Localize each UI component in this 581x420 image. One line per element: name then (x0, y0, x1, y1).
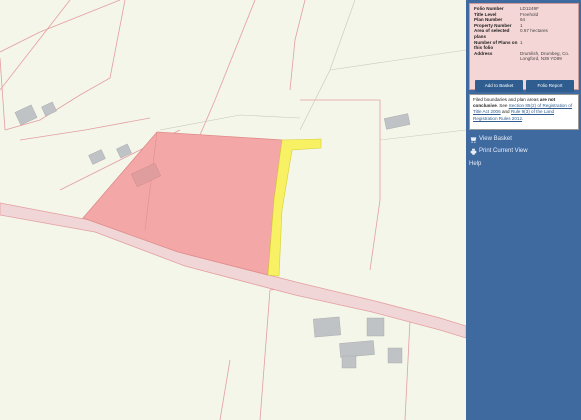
basket-icon (469, 135, 477, 143)
view-basket-label: View Basket (479, 136, 512, 142)
folio-row: Number of Plans on this folio 1 (473, 40, 577, 51)
folio-value: 0.67 hectares (520, 28, 548, 34)
map-canvas[interactable] (0, 0, 466, 420)
print-icon (469, 147, 477, 155)
disclaimer-text: . See (496, 103, 509, 109)
folio-key: Address (474, 50, 493, 56)
print-view-link[interactable]: Print Current View (469, 147, 528, 155)
folio-value: 1 (520, 39, 523, 45)
print-view-label: Print Current View (479, 148, 528, 154)
disclaimer-text: and (500, 109, 511, 115)
folio-row: Area of selected plans 0.67 hectares (473, 28, 577, 39)
help-label: Help (469, 161, 482, 167)
view-basket-link[interactable]: View Basket (469, 135, 512, 143)
folio-details-table: Folio Number LD1249F Title Level Freehold … (473, 6, 577, 62)
map-layer[interactable] (0, 0, 466, 420)
sidebar: Folio Number LD1249F Title Level Freehold … (466, 0, 581, 420)
add-to-basket-button[interactable]: Add to Basket (475, 80, 523, 92)
boundary-disclaimer: Filed boundaries and plan areas are not … (469, 94, 579, 130)
folio-row: Address Drumlish, Drumbeg, Co. Longford, … (473, 51, 577, 62)
folio-value: Drumlish, Drumbeg, Co. Longford, N39 YD9… (520, 50, 570, 62)
disclaimer-text: . (522, 115, 524, 121)
folio-key: Area of selected plans (474, 28, 510, 39)
folio-details-card: Folio Number LD1249F Title Level Freehold … (469, 3, 579, 92)
disclaimer-text: Filed boundaries and plan areas (473, 97, 540, 102)
folio-key: Number of Plans on this folio (474, 39, 518, 51)
help-link[interactable]: Help (469, 160, 481, 168)
folio-report-button[interactable]: Folio Report (526, 80, 574, 92)
